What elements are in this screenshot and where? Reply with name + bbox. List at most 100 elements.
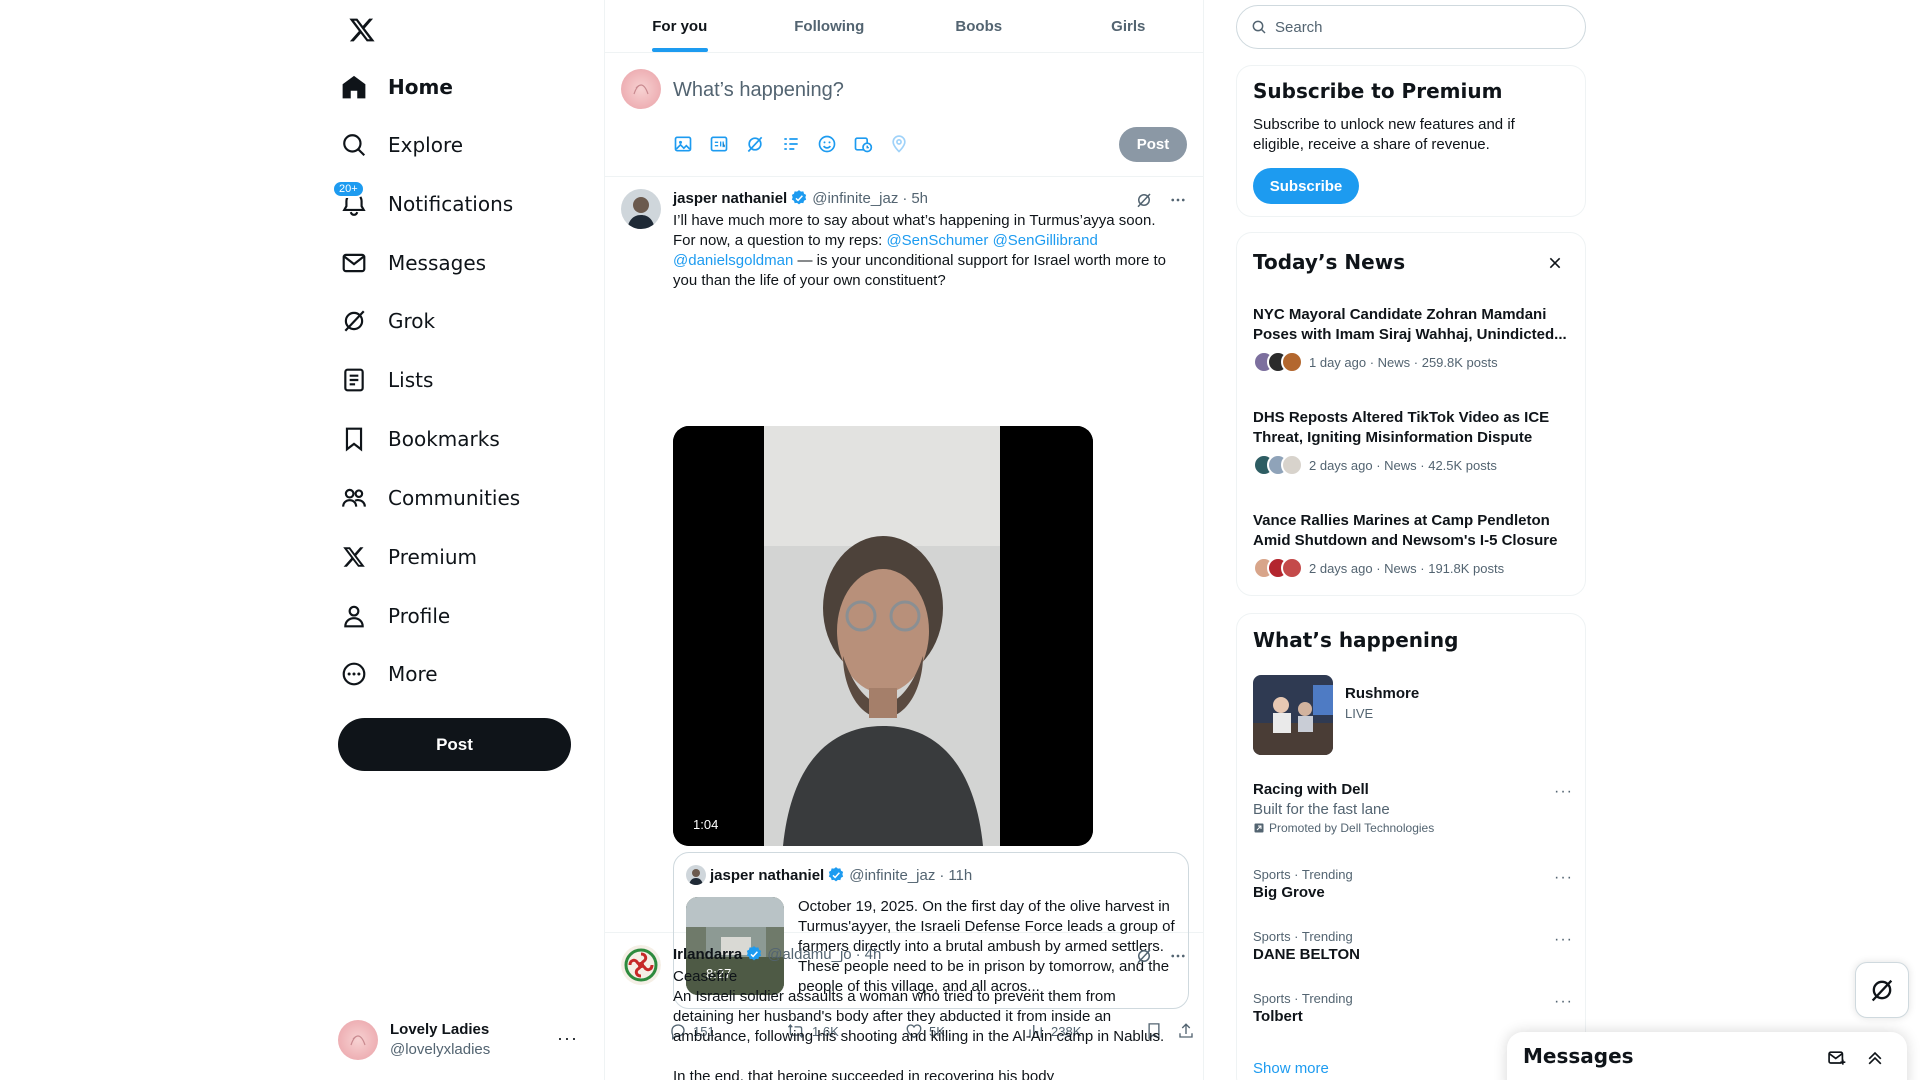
- more-options-icon[interactable]: [1169, 191, 1187, 209]
- account-handle: @lovelyxladies: [390, 1041, 491, 1058]
- news-headline: DHS Reposts Altered TikTok Video as ICE …: [1253, 409, 1550, 446]
- verified-badge-icon: [745, 945, 763, 963]
- tweet-author-handle[interactable]: @infinite_jaz: [812, 190, 898, 207]
- trend-name: DANE BELTON: [1253, 946, 1360, 963]
- tweet-author-handle[interactable]: @aldamu_jo: [767, 946, 851, 963]
- tweet-time[interactable]: 5h: [911, 190, 928, 207]
- verified-badge-icon: [827, 866, 845, 884]
- nav-label: Lists: [388, 368, 434, 392]
- compose-post-button[interactable]: Post: [1119, 127, 1187, 162]
- nav-profile[interactable]: Profile: [328, 591, 450, 641]
- search-input[interactable]: Search: [1236, 5, 1586, 49]
- list-icon: [340, 366, 368, 394]
- tweet-text-line: For now, a question to my reps:: [673, 232, 887, 249]
- live-event[interactable]: Rushmore LIVE: [1253, 675, 1573, 755]
- grok-icon: [340, 307, 368, 335]
- facepile: [1253, 351, 1303, 373]
- more-options-icon[interactable]: ···: [1554, 869, 1573, 887]
- gif-icon[interactable]: [709, 134, 729, 154]
- nav-explore[interactable]: Explore: [328, 120, 463, 170]
- nav-home[interactable]: Home: [328, 62, 453, 112]
- news-headline: NYC Mayoral Candidate Zohran Mamdani Pos…: [1253, 306, 1567, 343]
- tweet[interactable]: jasper nathaniel @infinite_jaz · 5h I’ll…: [605, 177, 1203, 1040]
- tab-for-you[interactable]: For you: [605, 0, 755, 52]
- more-options-icon[interactable]: [1169, 947, 1187, 965]
- news-title: Today’s News: [1253, 250, 1406, 274]
- avatar[interactable]: [621, 189, 661, 229]
- news-item[interactable]: DHS Reposts Altered TikTok Video as ICE …: [1253, 408, 1573, 476]
- tweet-author-name[interactable]: Irlandarra: [673, 946, 742, 963]
- nav-label: Home: [388, 75, 453, 99]
- expand-up-icon[interactable]: [1865, 1048, 1885, 1068]
- trend-item[interactable]: Sports · Trending Tolbert ···: [1253, 991, 1573, 1025]
- tweet-separator: ·: [902, 189, 908, 207]
- grok-floating-button[interactable]: [1855, 962, 1909, 1018]
- video-frame: [673, 426, 1093, 846]
- subscribe-button[interactable]: Subscribe: [1253, 168, 1359, 204]
- mention-link[interactable]: @SenGillibrand: [993, 232, 1098, 249]
- compose-input[interactable]: What’s happening?: [673, 79, 844, 102]
- close-icon[interactable]: [1547, 255, 1563, 271]
- new-message-icon[interactable]: [1827, 1048, 1847, 1068]
- tweet-author-name[interactable]: jasper nathaniel: [673, 190, 787, 207]
- news-meta: 2 days ago · News · 191.8K posts: [1309, 560, 1505, 576]
- tweet-text-line: I’ll have much more to say about what’s …: [673, 212, 1156, 229]
- location-icon[interactable]: [889, 134, 909, 154]
- emoji-icon[interactable]: [817, 134, 837, 154]
- messages-drawer[interactable]: Messages: [1507, 1032, 1907, 1080]
- show-more-link[interactable]: Show more: [1253, 1060, 1329, 1077]
- nav-label: Premium: [388, 545, 477, 569]
- nav-premium[interactable]: Premium: [328, 532, 477, 582]
- nav-lists[interactable]: Lists: [328, 355, 433, 405]
- tab-boobs[interactable]: Boobs: [904, 0, 1054, 52]
- live-title: Rushmore: [1345, 685, 1420, 702]
- left-sidebar: Home Explore 20+ Notifications Messages …: [328, 0, 588, 1080]
- tweet-text-line: — is your unconditional support for Isra…: [793, 252, 1166, 269]
- more-options-icon[interactable]: ···: [1554, 931, 1573, 949]
- right-sidebar: Search Subscribe to Premium Subscribe to…: [1236, 0, 1586, 1080]
- image-icon[interactable]: [673, 134, 693, 154]
- avatar: [686, 865, 706, 885]
- grok-icon[interactable]: [1135, 947, 1153, 965]
- nav-label: Messages: [388, 251, 487, 275]
- account-switcher[interactable]: Lovely Ladies @lovelyxladies ···: [338, 1012, 578, 1068]
- promo-tagline: Built for the fast lane: [1253, 801, 1390, 818]
- account-menu-icon[interactable]: ···: [557, 1028, 578, 1049]
- poll-icon[interactable]: [781, 134, 801, 154]
- more-options-icon[interactable]: ···: [1554, 783, 1573, 801]
- grok-icon[interactable]: [745, 134, 765, 154]
- mention-link[interactable]: @SenSchumer: [886, 232, 988, 249]
- news-item[interactable]: NYC Mayoral Candidate Zohran Mamdani Pos…: [1253, 305, 1573, 373]
- nav-notifications[interactable]: 20+ Notifications: [328, 179, 513, 229]
- news-item[interactable]: Vance Rallies Marines at Camp Pendleton …: [1253, 511, 1573, 579]
- nav-label: More: [388, 662, 438, 686]
- verified-badge-icon: [790, 189, 808, 207]
- x-logo-icon[interactable]: [342, 10, 382, 50]
- bell-icon: 20+: [332, 180, 368, 218]
- tweet-time[interactable]: 4h: [865, 946, 882, 963]
- grok-icon[interactable]: [1135, 191, 1153, 209]
- trend-item[interactable]: Sports · Trending Big Grove ···: [1253, 867, 1573, 901]
- nav-grok[interactable]: Grok: [328, 296, 435, 346]
- tab-girls[interactable]: Girls: [1054, 0, 1204, 52]
- promoted-trend[interactable]: Racing with Dell Built for the fast lane…: [1253, 781, 1573, 835]
- tab-following[interactable]: Following: [755, 0, 905, 52]
- video-player[interactable]: 1:04: [673, 426, 1093, 846]
- avatar[interactable]: [621, 945, 661, 985]
- more-options-icon[interactable]: ···: [1554, 993, 1573, 1011]
- trend-category: Sports · Trending: [1253, 867, 1353, 882]
- nav-more[interactable]: More: [328, 649, 438, 699]
- avatar: [621, 69, 661, 109]
- tweet[interactable]: Irlandarra @aldamu_jo · 4h Ceasefire An …: [605, 933, 1203, 1080]
- envelope-icon: [340, 249, 368, 277]
- promo-title: Racing with Dell: [1253, 781, 1369, 798]
- mention-link[interactable]: @danielsgoldman: [673, 252, 793, 269]
- trend-item[interactable]: Sports · Trending DANE BELTON ···: [1253, 929, 1573, 963]
- tweet-text-line: you than the life of your own constituen…: [673, 272, 946, 289]
- nav-label: Explore: [388, 133, 464, 157]
- nav-messages[interactable]: Messages: [328, 238, 486, 288]
- nav-communities[interactable]: Communities: [328, 473, 520, 523]
- sidebar-post-button[interactable]: Post: [338, 718, 571, 771]
- schedule-icon[interactable]: [853, 134, 873, 154]
- nav-bookmarks[interactable]: Bookmarks: [328, 414, 500, 464]
